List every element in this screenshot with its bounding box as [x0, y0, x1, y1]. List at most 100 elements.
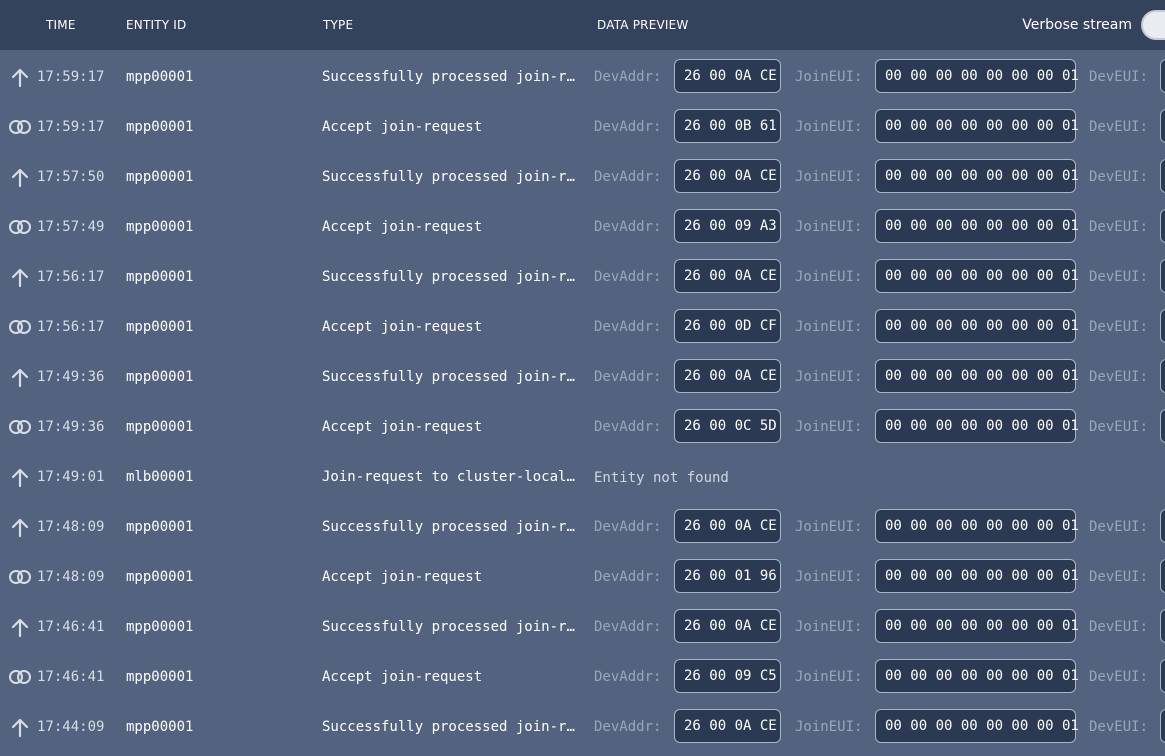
dev-addr-value[interactable]: 26 00 09 C5	[674, 659, 781, 693]
join-eui-value[interactable]: 00 00 00 00 00 00 00 01	[875, 659, 1079, 693]
event-row[interactable]: 17:56:17 mpp00001 Accept join-request DevAd…	[0, 302, 1165, 352]
event-entity-id[interactable]: mpp00001	[126, 268, 193, 286]
linked-rings-icon	[8, 566, 32, 588]
join-eui-label: JoinEUI:	[795, 569, 863, 585]
dev-eui-label: DevEUI:	[1089, 269, 1149, 285]
join-eui-label: JoinEUI:	[795, 319, 863, 335]
dev-addr-value[interactable]: 26 00 0B 61	[674, 109, 781, 143]
join-eui-value[interactable]: 00 00 00 00 00 00 00 01	[875, 709, 1079, 743]
event-row[interactable]: 17:48:09 mpp00001 Successfully processed j…	[0, 502, 1165, 552]
dev-eui-value[interactable]	[1160, 259, 1165, 293]
dev-eui-value[interactable]	[1160, 359, 1165, 393]
verbose-stream-toggle[interactable]	[1141, 10, 1165, 40]
event-data-preview: DevAddr: 26 00 0A CE JoinEUI: 00 00 00 00 0…	[594, 252, 1165, 302]
event-entity-id[interactable]: mpp00001	[126, 118, 193, 136]
event-entity-id[interactable]: mpp00001	[126, 218, 193, 236]
column-header-type[interactable]: TYPE	[323, 18, 353, 32]
join-eui-value[interactable]: 00 00 00 00 00 00 00 01	[875, 259, 1079, 293]
dev-addr-label: DevAddr:	[594, 619, 662, 635]
event-row[interactable]: 17:59:17 mpp00001 Successfully processed j…	[0, 52, 1165, 102]
event-entity-id[interactable]: mpp00001	[126, 618, 193, 636]
dev-eui-value[interactable]	[1160, 609, 1165, 643]
linked-rings-icon	[8, 116, 32, 138]
event-entity-id[interactable]: mpp00001	[126, 318, 193, 336]
join-eui-value[interactable]: 00 00 00 00 00 00 00 01	[875, 609, 1079, 643]
dev-eui-value[interactable]	[1160, 309, 1165, 343]
event-entity-id[interactable]: mpp00001	[126, 568, 193, 586]
dev-addr-value[interactable]: 26 00 0A CE	[674, 159, 781, 193]
dev-eui-value[interactable]	[1160, 109, 1165, 143]
column-header-data-preview: DATA PREVIEW	[597, 18, 689, 32]
dev-eui-label: DevEUI:	[1089, 319, 1149, 335]
dev-addr-value[interactable]: 26 00 0A CE	[674, 359, 781, 393]
event-type: Accept join-request	[322, 419, 483, 435]
event-time: 17:48:09	[37, 569, 105, 585]
join-eui-label: JoinEUI:	[795, 619, 863, 635]
dev-addr-value[interactable]: 26 00 0C 5D	[674, 409, 781, 443]
event-entity-id[interactable]: mpp00001	[126, 518, 193, 536]
event-entity-id[interactable]: mpp00001	[126, 68, 193, 86]
event-row[interactable]: 17:57:49 mpp00001 Accept join-request DevAd…	[0, 202, 1165, 252]
join-eui-value[interactable]: 00 00 00 00 00 00 00 01	[875, 59, 1079, 93]
event-type: Successfully processed join-request	[322, 619, 576, 635]
dev-addr-value[interactable]: 26 00 0A CE	[674, 609, 781, 643]
dev-eui-value[interactable]	[1160, 659, 1165, 693]
dev-addr-value[interactable]: 26 00 0A CE	[674, 509, 781, 543]
event-time: 17:44:09	[37, 719, 105, 735]
event-entity-id[interactable]: mpp00001	[126, 168, 193, 186]
event-type: Accept join-request	[322, 219, 483, 235]
event-row[interactable]: 17:44:09 mpp00001 Successfully processed j…	[0, 702, 1165, 752]
dev-eui-value[interactable]	[1160, 209, 1165, 243]
arrow-up-icon	[8, 166, 32, 188]
join-eui-value[interactable]: 00 00 00 00 00 00 00 01	[875, 409, 1079, 443]
event-entity-id[interactable]: mlb00001	[126, 468, 193, 486]
dev-addr-value[interactable]: 26 00 0D CF	[674, 309, 781, 343]
join-eui-value[interactable]: 00 00 00 00 00 00 00 01	[875, 559, 1079, 593]
event-row[interactable]: 17:49:01 mlb00001 Join-request to cluster-…	[0, 452, 1165, 502]
arrow-up-icon	[8, 616, 32, 638]
column-header-entity-id[interactable]: ENTITY ID	[126, 18, 186, 32]
dev-addr-value[interactable]: 26 00 0A CE	[674, 59, 781, 93]
join-eui-value[interactable]: 00 00 00 00 00 00 00 01	[875, 159, 1079, 193]
event-time: 17:46:41	[37, 669, 105, 685]
event-row[interactable]: 17:57:50 mpp00001 Successfully processed j…	[0, 152, 1165, 202]
join-eui-label: JoinEUI:	[795, 519, 863, 535]
event-type: Accept join-request	[322, 119, 483, 135]
event-row[interactable]: 17:46:41 mpp00001 Successfully processed j…	[0, 602, 1165, 652]
join-eui-value[interactable]: 00 00 00 00 00 00 00 01	[875, 309, 1079, 343]
join-eui-value[interactable]: 00 00 00 00 00 00 00 01	[875, 209, 1079, 243]
event-row[interactable]: 17:59:17 mpp00001 Accept join-request DevAd…	[0, 102, 1165, 152]
join-eui-value[interactable]: 00 00 00 00 00 00 00 01	[875, 359, 1079, 393]
dev-addr-value[interactable]: 26 00 0A CE	[674, 259, 781, 293]
dev-eui-value[interactable]	[1160, 409, 1165, 443]
dev-eui-value[interactable]	[1160, 509, 1165, 543]
dev-eui-value[interactable]	[1160, 559, 1165, 593]
dev-eui-value[interactable]	[1160, 59, 1165, 93]
verbose-stream-control: Verbose stream	[1022, 0, 1165, 50]
join-eui-value[interactable]: 00 00 00 00 00 00 00 01	[875, 509, 1079, 543]
dev-eui-value[interactable]	[1160, 709, 1165, 743]
events-list: 17:59:17 mpp00001 Successfully processed j…	[0, 52, 1165, 752]
dev-addr-label: DevAddr:	[594, 269, 662, 285]
column-header-time[interactable]: TIME	[46, 18, 76, 32]
event-row[interactable]: 17:48:09 mpp00001 Accept join-request DevAd…	[0, 552, 1165, 602]
event-time: 17:49:36	[37, 419, 105, 435]
event-row[interactable]: 17:56:17 mpp00001 Successfully processed j…	[0, 252, 1165, 302]
event-entity-id[interactable]: mpp00001	[126, 418, 193, 436]
event-row[interactable]: 17:49:36 mpp00001 Successfully processed j…	[0, 352, 1165, 402]
event-row[interactable]: 17:49:36 mpp00001 Accept join-request DevAd…	[0, 402, 1165, 452]
dev-addr-value[interactable]: 26 00 01 96	[674, 559, 781, 593]
dev-addr-value[interactable]: 26 00 09 A3	[674, 209, 781, 243]
join-eui-label: JoinEUI:	[795, 669, 863, 685]
event-row[interactable]: 17:46:41 mpp00001 Accept join-request DevAd…	[0, 652, 1165, 702]
dev-eui-value[interactable]	[1160, 159, 1165, 193]
arrow-up-icon	[8, 466, 32, 488]
join-eui-value[interactable]: 00 00 00 00 00 00 00 01	[875, 109, 1079, 143]
dev-addr-value[interactable]: 26 00 0A CE	[674, 709, 781, 743]
event-entity-id[interactable]: mpp00001	[126, 668, 193, 686]
event-time: 17:59:17	[37, 119, 105, 135]
event-entity-id[interactable]: mpp00001	[126, 718, 193, 736]
verbose-stream-label: Verbose stream	[1022, 17, 1132, 33]
event-entity-id[interactable]: mpp00001	[126, 368, 193, 386]
event-type: Successfully processed join-request	[322, 519, 576, 535]
